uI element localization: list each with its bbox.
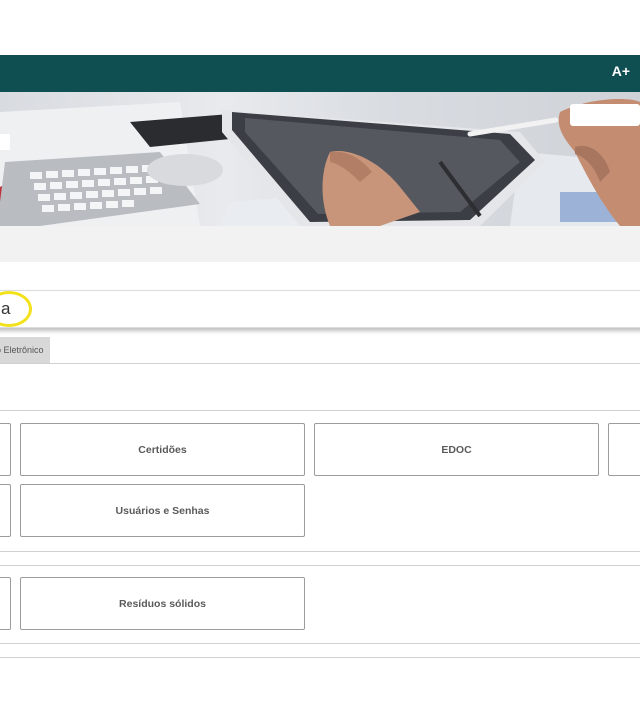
divider [0, 410, 640, 411]
tab-label: o Eletrônico [0, 345, 44, 355]
hero-image [0, 99, 640, 226]
grey-band [0, 226, 640, 262]
tile-residuos-solidos[interactable]: Resíduos sólidos [20, 577, 305, 630]
search-input[interactable]: a [0, 290, 640, 328]
tile-certidoes[interactable]: Certidões [20, 423, 305, 476]
tile-label: Certidões [138, 443, 187, 456]
tab-processo-eletronico[interactable]: o Eletrônico [0, 337, 50, 363]
tile-edoc[interactable]: EDOC [314, 423, 599, 476]
hero-overlay-tab [0, 134, 10, 150]
divider [0, 657, 640, 658]
hero-banner [0, 92, 640, 226]
divider [0, 565, 640, 566]
tile-usuarios-e-senhas[interactable]: Usuários e Senhas [20, 484, 305, 537]
tile-label: Usuários e Senhas [115, 504, 210, 517]
tile-partial-right[interactable] [608, 423, 640, 476]
tile-label: EDOC [441, 443, 472, 456]
font-increase-button[interactable]: A+ [612, 63, 630, 79]
divider [0, 643, 640, 644]
hero-overlay-box [570, 104, 640, 126]
divider [0, 363, 640, 364]
divider [0, 551, 640, 552]
tile-label: Resíduos sólidos [119, 597, 206, 610]
tile-partial-left[interactable] [0, 423, 11, 476]
tile-partial-left[interactable] [0, 484, 11, 537]
tile-partial-left[interactable] [0, 577, 11, 630]
top-bar: A+ [0, 55, 640, 92]
